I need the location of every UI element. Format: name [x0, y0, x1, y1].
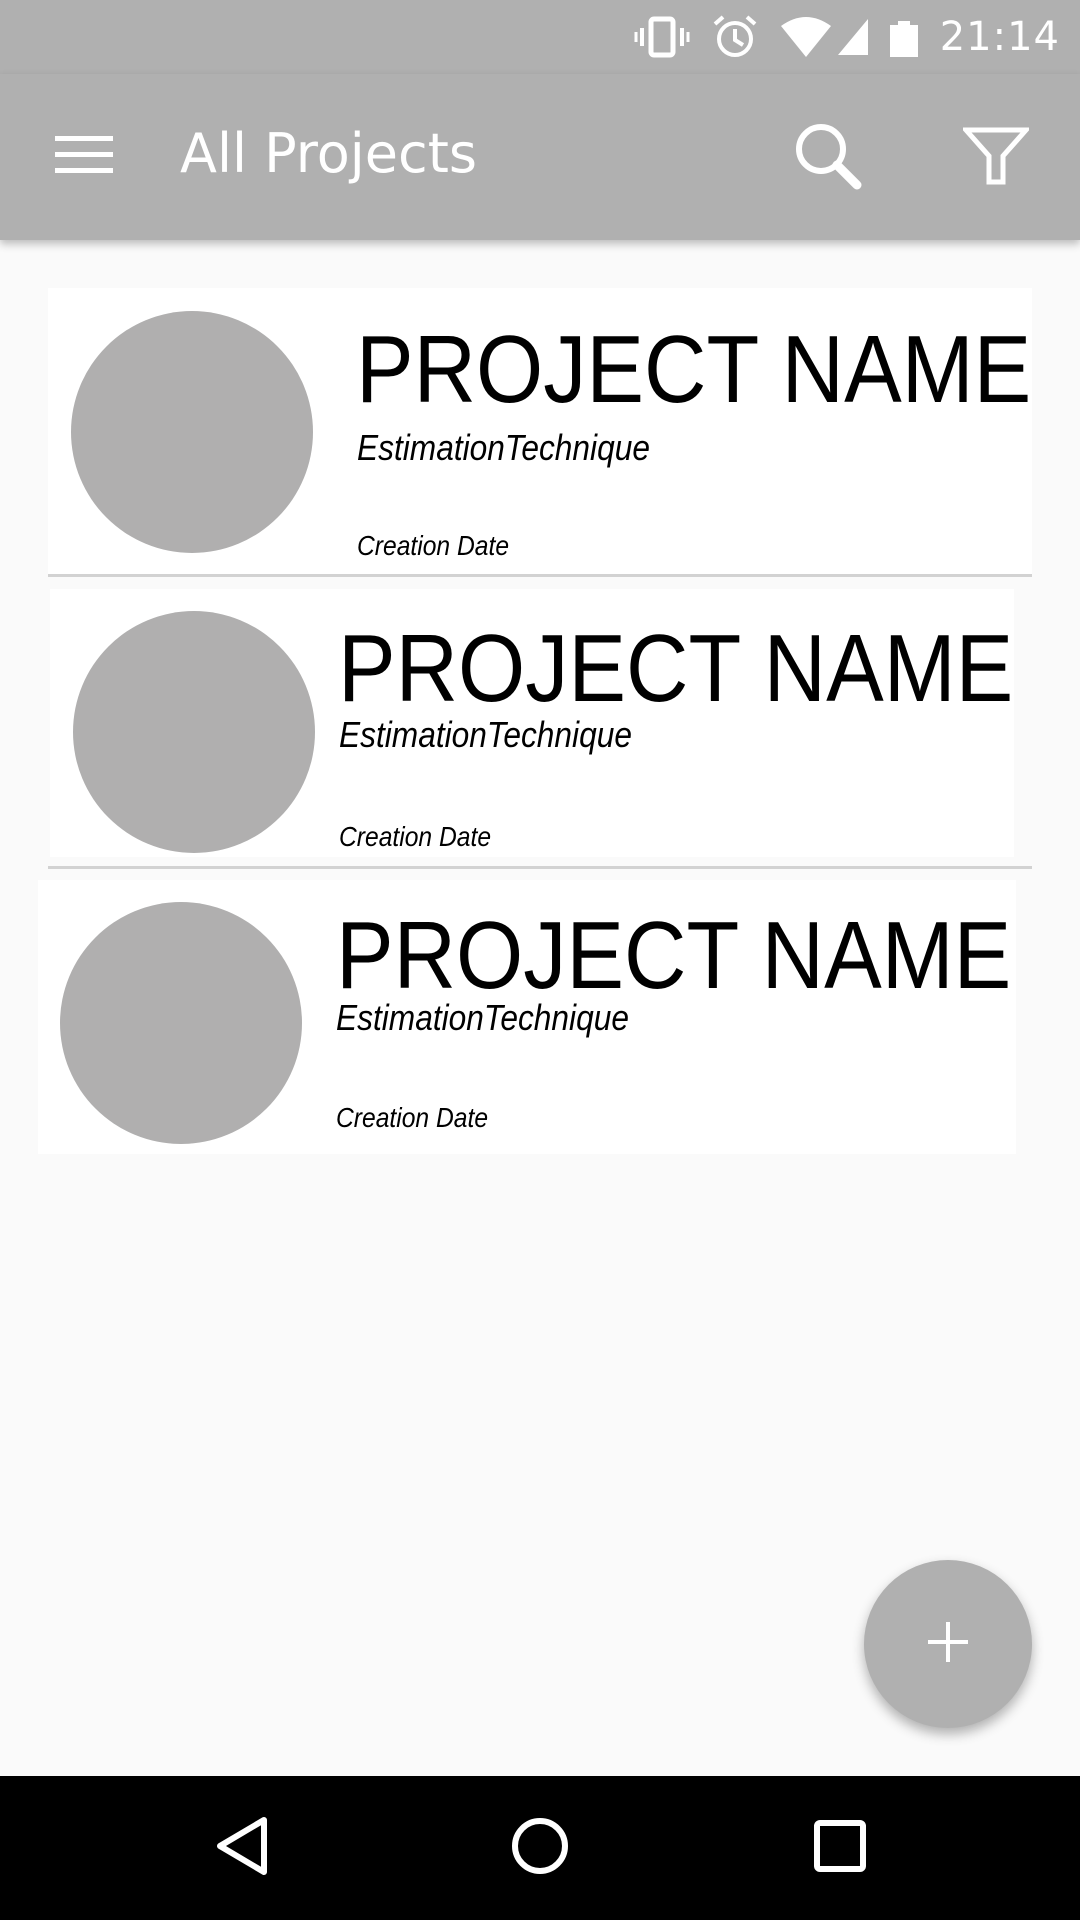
- filter-icon: [960, 126, 1032, 191]
- project-creation-date: Creation Date: [339, 821, 492, 852]
- alarm-icon: [712, 14, 758, 60]
- screen: 21:14 All Projects PROJECT NAME Estimati…: [0, 0, 1080, 1920]
- back-button[interactable]: [202, 1808, 282, 1888]
- home-button[interactable]: [500, 1808, 580, 1888]
- menu-button[interactable]: [44, 124, 124, 188]
- status-time: 21:14: [939, 14, 1060, 60]
- system-nav-bar: [0, 1776, 1080, 1920]
- search-icon: [793, 121, 863, 196]
- app-toolbar: All Projects: [0, 74, 1080, 240]
- list-divider: [48, 574, 1032, 577]
- menu-icon: [55, 134, 113, 179]
- wifi-icon: [780, 16, 832, 58]
- search-button[interactable]: [788, 118, 868, 198]
- project-card[interactable]: PROJECT NAME EstimationTechnique Creation …: [50, 589, 1014, 857]
- vibrate-icon: [634, 14, 690, 60]
- project-name: PROJECT NAME: [338, 615, 1014, 722]
- add-project-button[interactable]: [864, 1560, 1032, 1728]
- recents-icon: [813, 1819, 867, 1878]
- project-estimation-technique: EstimationTechnique: [357, 427, 650, 468]
- project-estimation-technique: EstimationTechnique: [339, 714, 632, 755]
- home-icon: [510, 1816, 570, 1881]
- page-title: All Projects: [180, 122, 477, 185]
- status-bar: 21:14: [0, 0, 1080, 74]
- signal-icon: [837, 19, 868, 55]
- project-creation-date: Creation Date: [336, 1102, 489, 1133]
- project-name: PROJECT NAME: [356, 316, 1032, 423]
- list-divider: [48, 866, 1032, 869]
- project-card[interactable]: PROJECT NAME EstimationTechnique Creation …: [38, 880, 1016, 1154]
- project-card[interactable]: PROJECT NAME EstimationTechnique Creatio…: [48, 288, 1032, 574]
- project-name: PROJECT NAME: [336, 902, 1012, 1009]
- back-icon: [214, 1816, 270, 1881]
- status-icons: 21:14: [634, 14, 1060, 60]
- recents-button[interactable]: [800, 1808, 880, 1888]
- project-avatar: [71, 311, 313, 553]
- project-avatar: [60, 902, 302, 1144]
- project-estimation-technique: EstimationTechnique: [336, 997, 629, 1038]
- project-creation-date: Creation Date: [357, 530, 510, 561]
- battery-icon: [889, 17, 918, 57]
- filter-button[interactable]: [956, 118, 1036, 198]
- project-avatar: [73, 611, 315, 853]
- plus-icon: [926, 1620, 970, 1669]
